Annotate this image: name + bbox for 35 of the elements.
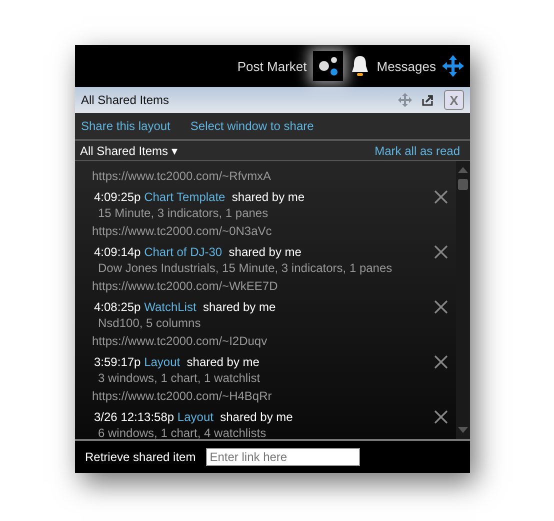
item-description: 15 Minute, 3 indicators, 1 panes [97,206,270,220]
share-link[interactable]: Share this layout [81,119,170,133]
shared-link[interactable]: https://www.tc2000.com/~0N3aVc [92,224,456,238]
close-button[interactable]: X [444,90,464,110]
item-heading: 3:59:17p Layout shared by me [94,354,260,368]
item-description: 6 windows, 1 chart, 4 watchlists [97,426,268,439]
link-input-field[interactable]: Enter link here [206,448,360,466]
scrollbar[interactable] [456,161,470,439]
item-description: 3 windows, 1 chart, 1 watchlist [97,371,262,385]
item-heading: 4:09:14p Chart of DJ-30 shared by me [94,244,302,258]
close-icon[interactable] [434,190,448,204]
messages-link[interactable]: Messages [376,58,436,74]
share-link[interactable]: Select window to share [190,119,314,133]
shared-link[interactable]: https://www.tc2000.com/~H4BqRr [92,389,456,403]
close-icon[interactable] [434,300,448,314]
item-description: Nsd100, 5 columns [97,316,202,330]
item-heading: 4:08:25p WatchList shared by me [94,300,276,314]
popout-icon[interactable] [422,94,434,106]
panel-title: All Shared Items [81,93,170,107]
close-icon[interactable] [434,244,448,258]
mark-all-read-link[interactable]: Mark all as read [374,144,460,158]
scroll-thumb[interactable] [458,179,468,190]
share-icon[interactable] [312,51,343,81]
item-heading: 3/26 12:13:58p Layout shared by me [94,410,293,424]
shared-link[interactable]: https://www.tc2000.com/~WkEE7D [92,279,456,293]
close-icon[interactable] [434,410,448,424]
item-description: Dow Jones Industrials, 15 Minute, 3 indicators, 1 panes [97,261,394,275]
shared-link[interactable]: https://www.tc2000.com/~I2Duqv [92,334,456,348]
item-heading: 4:09:25p Chart Template shared by me [94,190,305,204]
retrieve-label: Retrieve shared item [85,450,196,464]
market-status: Post Market [237,58,307,74]
filter-dropdown[interactable]: All Shared Items ▾ [80,144,178,158]
move-icon[interactable] [442,55,464,77]
shared-link[interactable]: https://www.tc2000.com/~RfvmxA [92,169,456,183]
close-icon[interactable] [434,354,448,368]
